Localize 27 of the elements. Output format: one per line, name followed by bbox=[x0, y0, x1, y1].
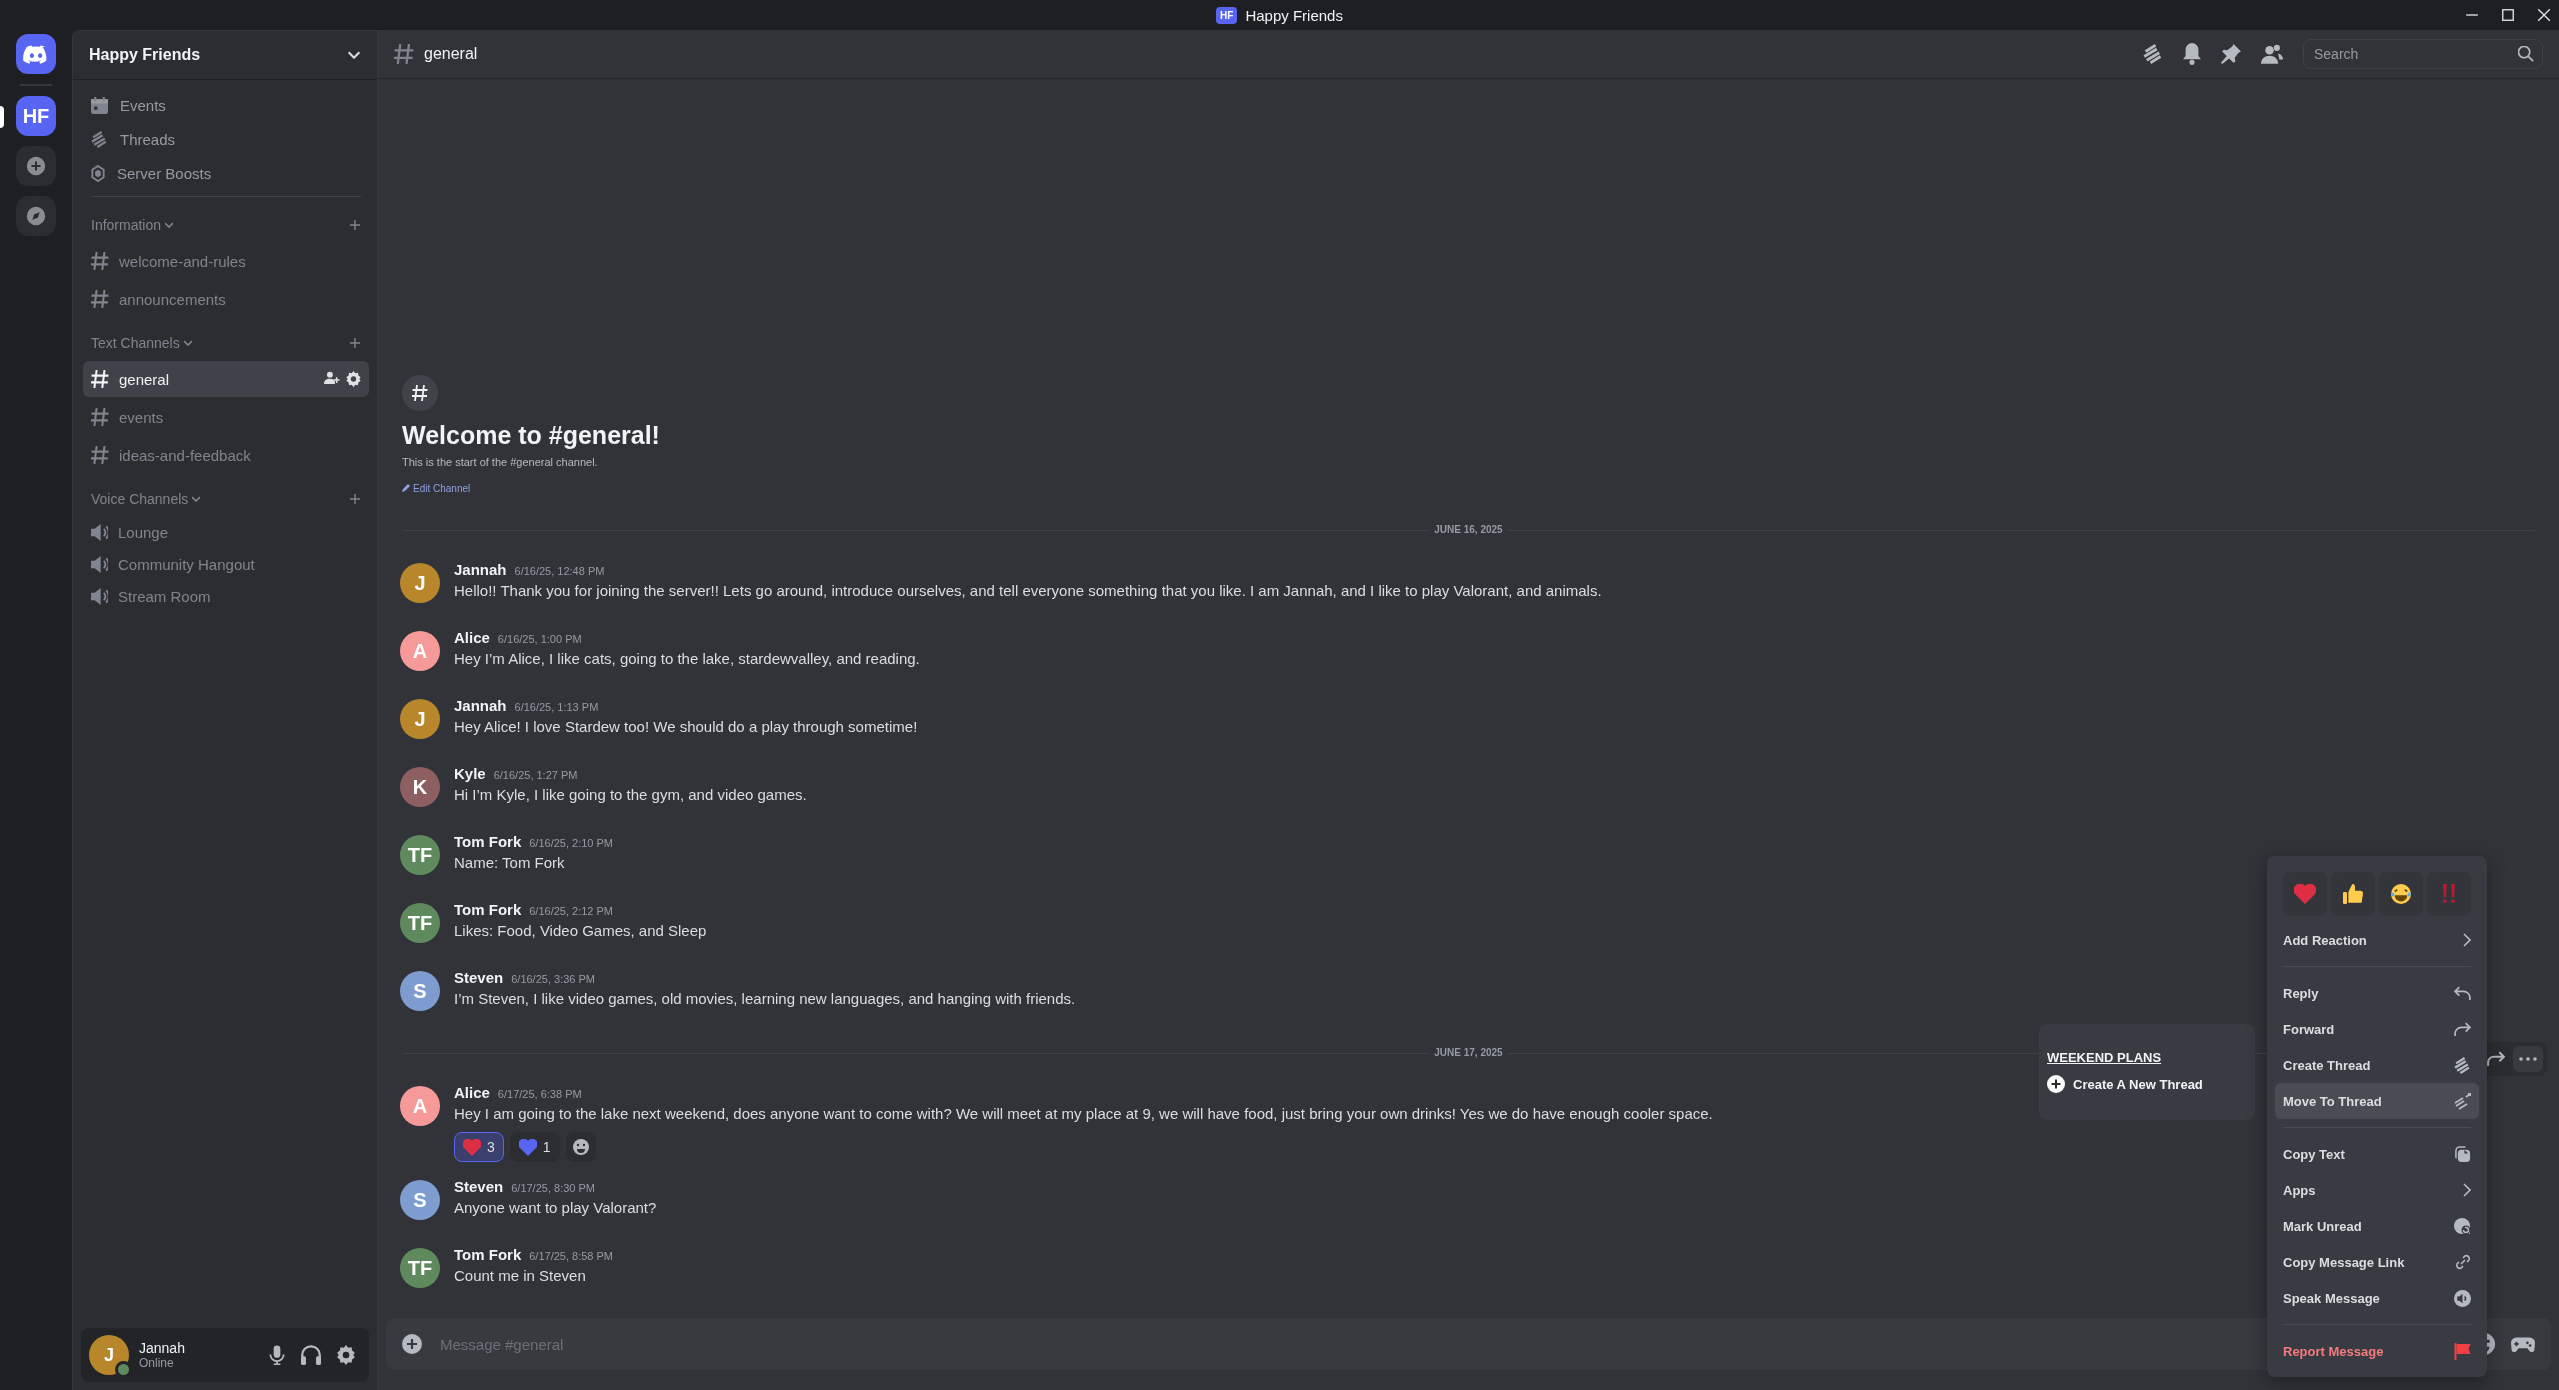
message-text: Name: Tom Fork bbox=[454, 854, 566, 871]
timestamp: 6/16/25, 1:00 PM bbox=[497, 633, 582, 645]
welcome-subtitle: This is the start of the #general channel. bbox=[402, 456, 599, 468]
window-title: Happy Friends bbox=[1245, 6, 1343, 24]
message-text: Hello!! Thank you for joining the server!! Lets go around, introduce ourselves, and tell everyone something that you like. I am Jannah, and I like to play Valorant, and animals. bbox=[454, 582, 1602, 599]
timestamp: 6/16/25, 3:36 PM bbox=[511, 973, 595, 985]
user-name: Jannah bbox=[139, 1340, 186, 1356]
channel-title: general bbox=[424, 45, 479, 63]
message-text: I’m Steven, I like video games, old movies, learning new languages, and hanging with friends. bbox=[454, 990, 1076, 1007]
timestamp: 6/16/25, 1:13 PM bbox=[514, 701, 599, 713]
app-badge: HF bbox=[1216, 6, 1238, 24]
timestamp: 6/17/25, 6:38 PM bbox=[497, 1088, 582, 1100]
timestamp: 6/17/25, 8:30 PM bbox=[511, 1182, 595, 1194]
timestamp: 6/16/25, 1:27 PM bbox=[493, 769, 578, 781]
message-text: Anyone want to play Valorant? bbox=[454, 1199, 657, 1216]
message-text: Hey I’m Alice, I like cats, going to the lake, stardewvalley, and reading. bbox=[454, 650, 920, 667]
user-status: Online bbox=[139, 1356, 175, 1370]
timestamp: 6/16/25, 2:10 PM bbox=[529, 837, 613, 849]
timestamp: 6/17/25, 8:58 PM bbox=[529, 1250, 613, 1262]
timestamp: 6/16/25, 12:48 PM bbox=[514, 565, 605, 577]
message-text: Count me in Steven bbox=[454, 1267, 587, 1284]
message-text: Hey I am going to the lake next weekend, does anyone want to come with? We will meet at my place at 9, we will have food, just bring your own drinks! Yes we do have enough cooler space. bbox=[454, 1105, 1713, 1122]
welcome-title: Welcome to #general! bbox=[402, 421, 661, 450]
message-text: Hi I’m Kyle, I like going to the gym, and video games. bbox=[454, 786, 807, 803]
timestamp: 6/16/25, 2:12 PM bbox=[529, 905, 613, 917]
message-text: Hey Alice! I love Stardew too! We should do a play through sometime! bbox=[454, 718, 918, 735]
message-text: Likes: Food, Video Games, and Sleep bbox=[454, 922, 707, 939]
